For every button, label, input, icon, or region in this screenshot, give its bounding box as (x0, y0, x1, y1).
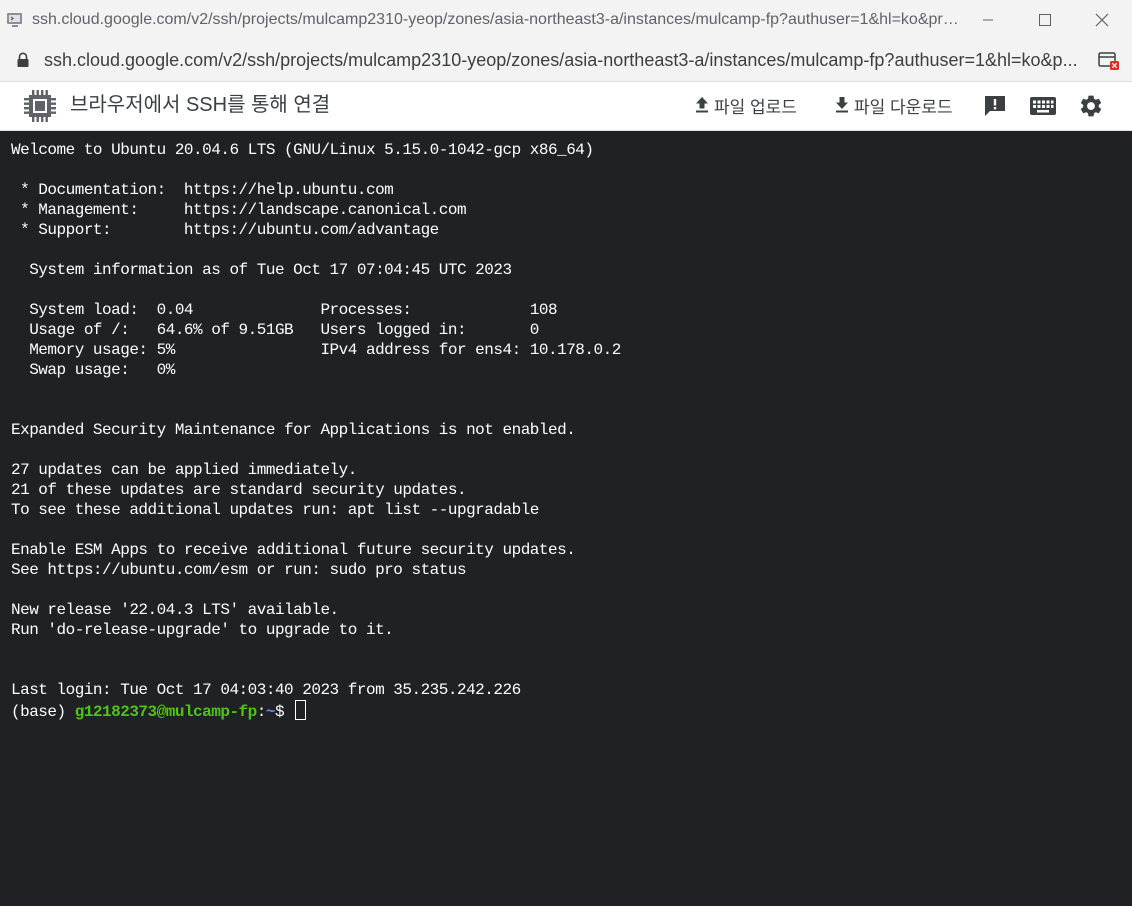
terminal-line: System load: 0.04 Processes: 108 (11, 301, 558, 319)
page-title: 브라우저에서 SSH를 통해 연결 (70, 94, 331, 116)
lock-icon[interactable] (16, 52, 30, 68)
terminal-line: Welcome to Ubuntu 20.04.6 LTS (GNU/Linux… (11, 141, 594, 159)
download-label: 파일 다운로드 (854, 97, 953, 117)
title-bar: ssh.cloud.google.com/v2/ssh/projects/mul… (0, 0, 1132, 40)
terminal-cursor (295, 700, 307, 720)
url-text[interactable]: ssh.cloud.google.com/v2/ssh/projects/mul… (44, 40, 1084, 81)
prompt-env: (base) (11, 703, 75, 721)
close-button[interactable] (1073, 0, 1131, 40)
ssh-app-icon (7, 13, 22, 27)
popup-blocked-icon[interactable] (1098, 51, 1120, 71)
download-file-button[interactable]: 파일 다운로드 (834, 82, 953, 128)
prompt-path: ~ (265, 703, 276, 721)
upload-label: 파일 업로드 (714, 97, 797, 117)
upload-file-button[interactable]: 파일 업로드 (694, 82, 797, 128)
prompt-separator: : (256, 703, 267, 721)
terminal-line: Swap usage: 0% (11, 361, 175, 379)
terminal-line: System information as of Tue Oct 17 07:0… (11, 261, 512, 279)
terminal-output: Welcome to Ubuntu 20.04.6 LTS (GNU/Linux… (11, 131, 1132, 700)
keyboard-icon[interactable] (1029, 93, 1057, 119)
download-icon (836, 97, 848, 113)
terminal-line: 21 of these updates are standard securit… (11, 481, 467, 499)
browser-window: ssh.cloud.google.com/v2/ssh/projects/mul… (0, 0, 1132, 906)
terminal-line: Expanded Security Maintenance for Applic… (11, 421, 576, 439)
terminal-line: See https://ubuntu.com/esm or run: sudo … (11, 561, 467, 579)
close-icon (1095, 13, 1109, 27)
window-title: ssh.cloud.google.com/v2/ssh/projects/mul… (32, 11, 967, 28)
terminal-line: * Documentation: https://help.ubuntu.com (11, 181, 394, 199)
maximize-button[interactable] (1016, 0, 1074, 40)
ssh-toolbar: 브라우저에서 SSH를 통해 연결 파일 업로드 파일 다운로드 (0, 82, 1132, 131)
maximize-icon (1039, 14, 1051, 26)
settings-icon[interactable] (1078, 93, 1104, 119)
prompt-user-host: g12182373@mulcamp-fp (74, 703, 258, 721)
terminal-line: Enable ESM Apps to receive additional fu… (11, 541, 576, 559)
terminal-line: Usage of /: 64.6% of 9.51GB Users logged… (11, 321, 539, 339)
terminal-line: Last login: Tue Oct 17 04:03:40 2023 fro… (11, 681, 521, 699)
terminal-line: Run 'do-release-upgrade' to upgrade to i… (11, 621, 394, 639)
terminal-line: New release '22.04.3 LTS' available. (11, 601, 339, 619)
terminal-prompt-line[interactable]: (base) g12182373@mulcamp-fp:~$ (11, 700, 1132, 721)
upload-icon (696, 97, 708, 113)
terminal[interactable]: Welcome to Ubuntu 20.04.6 LTS (GNU/Linux… (0, 131, 1132, 906)
terminal-line: To see these additional updates run: apt… (11, 501, 539, 519)
chip-icon (24, 90, 56, 122)
minimize-icon (983, 19, 993, 21)
prompt-symbol: $ (274, 703, 294, 721)
address-bar[interactable]: ssh.cloud.google.com/v2/ssh/projects/mul… (0, 40, 1132, 82)
terminal-line: * Management: https://landscape.canonica… (11, 201, 467, 219)
feedback-icon[interactable] (982, 93, 1008, 119)
terminal-line: * Support: https://ubuntu.com/advantage (11, 221, 439, 239)
terminal-line: Memory usage: 5% IPv4 address for ens4: … (11, 341, 621, 359)
terminal-line: 27 updates can be applied immediately. (11, 461, 357, 479)
minimize-button[interactable] (959, 0, 1017, 40)
